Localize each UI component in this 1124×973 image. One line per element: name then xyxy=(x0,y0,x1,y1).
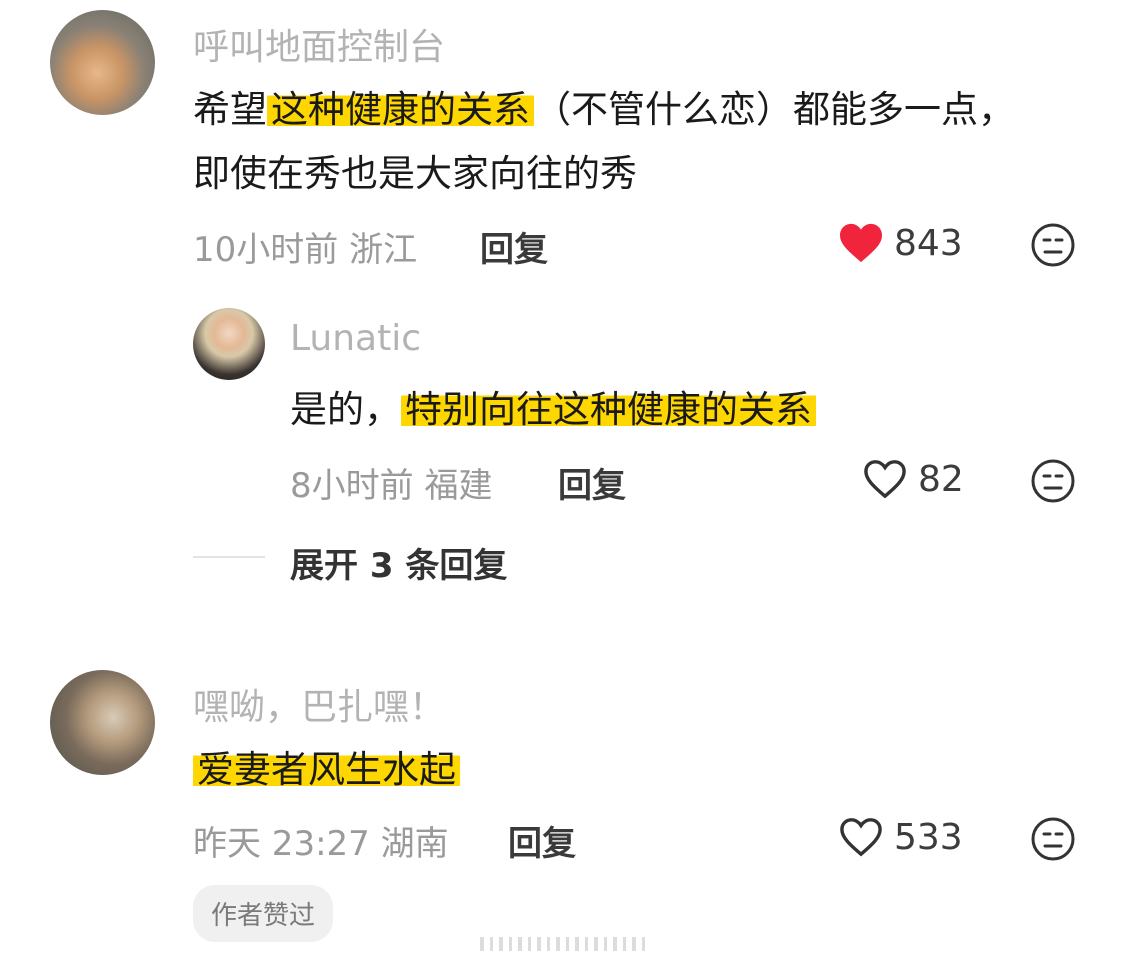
avatar-cat[interactable] xyxy=(50,10,155,115)
like-button[interactable]: 843 xyxy=(838,222,963,264)
heart-filled-icon xyxy=(840,223,882,263)
reply-text-highlight: 特别向往这种健康的关系 xyxy=(401,388,816,431)
author-liked-badge: 作者赞过 xyxy=(193,885,334,942)
heart-outline-icon xyxy=(864,460,906,499)
heart-outline-icon xyxy=(840,818,882,857)
reply-button[interactable]: 回复 xyxy=(480,222,548,271)
expand-replies-button[interactable]: 展开 3 条回复 xyxy=(290,538,507,587)
comment-text-plain: 希望 xyxy=(193,88,267,131)
like-count: 843 xyxy=(894,222,963,264)
reply-button[interactable]: 回复 xyxy=(508,816,576,865)
comment-author[interactable]: 呼叫地面控制台 xyxy=(193,18,445,70)
comment-text: 爱妻者风生水起 xyxy=(193,738,460,802)
reply-meta: 8小时前 福建 xyxy=(290,466,493,506)
avatar-lunatic[interactable] xyxy=(193,308,265,380)
comment-meta: 昨天 23:27 湖南 xyxy=(193,824,449,864)
comment-text-highlight: 这种健康的关系 xyxy=(267,88,534,131)
comment-text-highlight: 爱妻者风生水起 xyxy=(193,748,460,791)
reply-author[interactable]: Lunatic xyxy=(290,318,421,359)
reply-text: 是的， 特别向往这种健康的关系 xyxy=(290,378,816,442)
reply-button[interactable]: 回复 xyxy=(558,458,626,507)
like-button[interactable]: 533 xyxy=(838,816,963,858)
comment-author[interactable]: 嘿呦，巴扎嘿！ xyxy=(193,678,445,730)
dislike-face-icon[interactable] xyxy=(1030,458,1076,504)
like-button[interactable]: 82 xyxy=(862,458,964,500)
comment-text: 希望 这种健康的关系 （不管什么恋）都能多一点，即使在秀也是大家向往的秀 xyxy=(193,78,1043,206)
expand-divider xyxy=(193,556,265,558)
like-count: 533 xyxy=(894,816,963,858)
avatar-squirrel[interactable] xyxy=(50,670,155,775)
dislike-face-icon[interactable] xyxy=(1030,816,1076,862)
watermark xyxy=(480,937,645,951)
comment-meta: 10小时前 浙江 xyxy=(193,230,418,270)
dislike-face-icon[interactable] xyxy=(1030,222,1076,268)
reply-text-plain: 是的， xyxy=(290,388,401,431)
like-count: 82 xyxy=(918,458,964,500)
